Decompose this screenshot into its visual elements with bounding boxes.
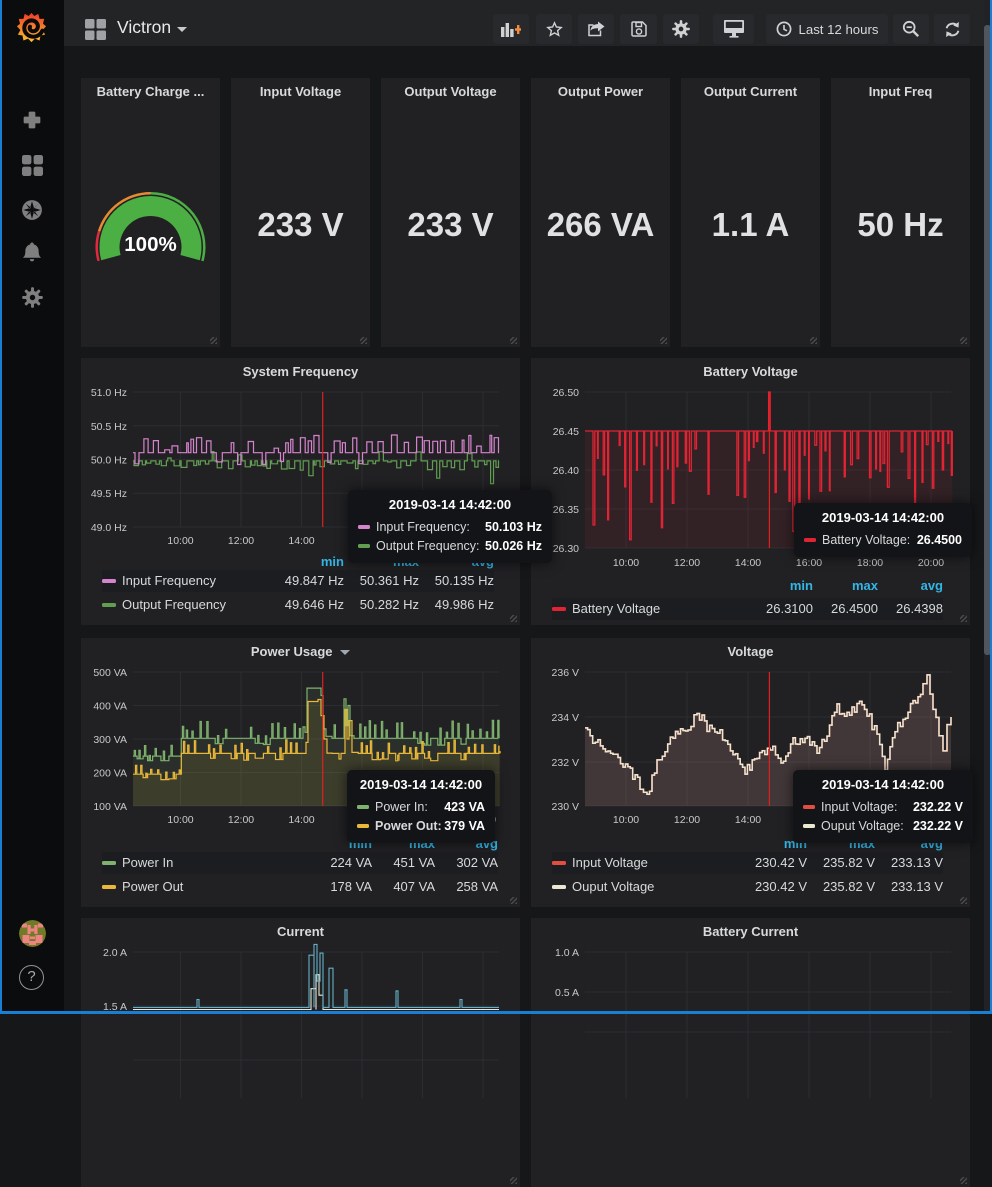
svg-text:10:00: 10:00 [167,814,193,826]
svg-text:10:00: 10:00 [613,814,639,826]
svg-text:0.5 A: 0.5 A [555,987,579,999]
svg-text:10:00: 10:00 [613,557,639,569]
svg-text:14:00: 14:00 [288,535,314,547]
svg-text:51.0 Hz: 51.0 Hz [91,387,127,399]
svg-text:50.5 Hz: 50.5 Hz [91,421,127,433]
svg-text:1.0 A: 1.0 A [555,947,579,959]
svg-text:14:00: 14:00 [288,814,314,826]
svg-text:12:00: 12:00 [228,535,254,547]
svg-text:26.35: 26.35 [553,504,579,516]
svg-text:18:00: 18:00 [857,557,883,569]
svg-text:234 V: 234 V [552,712,579,724]
svg-text:100%: 100% [124,233,176,256]
svg-text:26.50: 26.50 [553,387,579,399]
svg-text:236 V: 236 V [552,667,579,679]
svg-text:49.0 Hz: 49.0 Hz [91,522,127,534]
svg-text:12:00: 12:00 [228,814,254,826]
svg-text:26.30: 26.30 [553,543,579,555]
svg-text:200 VA: 200 VA [93,768,127,780]
svg-text:232 V: 232 V [552,757,579,769]
svg-text:500 VA: 500 VA [93,667,127,679]
svg-text:12:00: 12:00 [674,814,700,826]
svg-text:10:00: 10:00 [167,535,193,547]
svg-text:14:00: 14:00 [735,814,761,826]
svg-text:2.0 A: 2.0 A [103,947,127,959]
svg-text:300 VA: 300 VA [93,734,127,746]
svg-text:14:00: 14:00 [735,557,761,569]
svg-text:26.40: 26.40 [553,465,579,477]
svg-text:100 VA: 100 VA [93,801,127,813]
svg-text:50.0 Hz: 50.0 Hz [91,455,127,467]
svg-text:230 V: 230 V [552,801,579,813]
svg-text:400 VA: 400 VA [93,701,127,713]
svg-text:12:00: 12:00 [674,557,700,569]
svg-text:16:00: 16:00 [796,557,822,569]
svg-text:20:00: 20:00 [918,557,944,569]
svg-text:26.45: 26.45 [553,426,579,438]
svg-text:49.5 Hz: 49.5 Hz [91,488,127,500]
